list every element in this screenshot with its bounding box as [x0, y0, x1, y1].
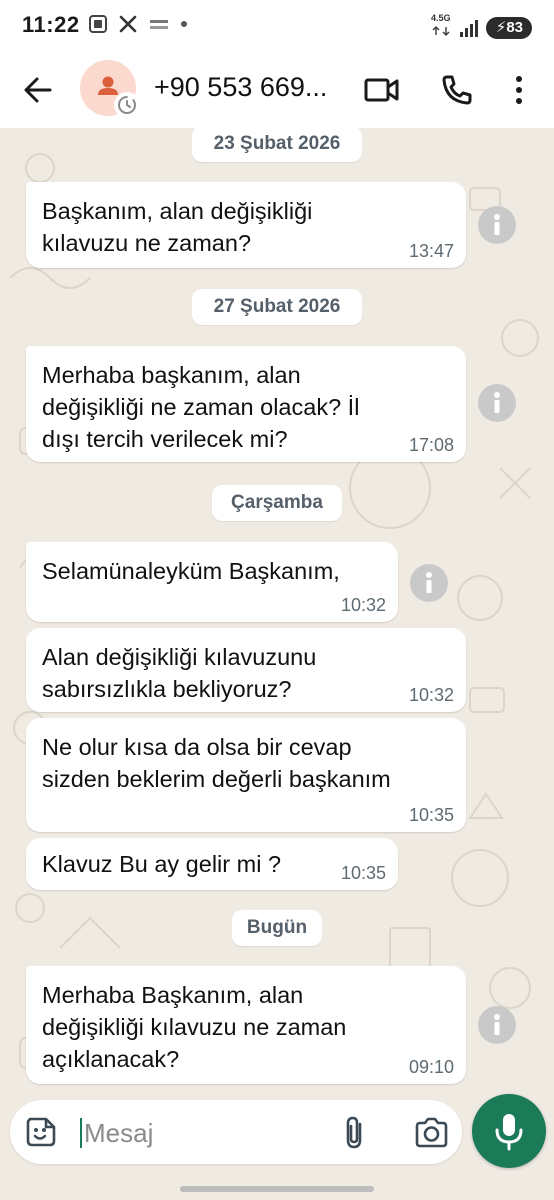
- x-logo-icon: [119, 15, 137, 33]
- date-separator: 23 Şubat 2026: [192, 128, 362, 162]
- date-separator: 27 Şubat 2026: [192, 289, 362, 325]
- attach-button[interactable]: [338, 1114, 372, 1152]
- message-text: Selamünaleyküm Başkanım,: [42, 558, 340, 584]
- message-time: 13:47: [408, 241, 454, 261]
- message-time: 10:32: [408, 685, 454, 705]
- text-cursor: [80, 1118, 82, 1148]
- emoji-button[interactable]: [24, 1115, 58, 1149]
- voice-call-button[interactable]: [436, 70, 476, 110]
- message-bubble[interactable]: Merhaba başkanım, alan değişikliği ne za…: [26, 346, 466, 462]
- chat-area[interactable]: 23 Şubat 2026 Başkanım, alan değişikliği…: [0, 128, 554, 1098]
- network-indicator: 4.5G: [430, 14, 452, 41]
- info-icon[interactable]: [478, 384, 516, 422]
- message-text: Klavuz Bu ay gelir mi ?: [42, 851, 282, 877]
- paperclip-icon: [346, 1116, 362, 1149]
- message-bubble[interactable]: Merhaba Başkanım, alan değişikliği kılav…: [26, 966, 466, 1084]
- arrow-left-icon: [24, 77, 52, 103]
- message-bubble[interactable]: Ne olur kısa da olsa bir cevap sizden be…: [26, 718, 466, 832]
- data-arrows-icon: [432, 25, 450, 37]
- message-bubble[interactable]: Alan değişikliği kılavuzunu sabırsızlıkl…: [26, 628, 466, 712]
- message-input[interactable]: [84, 1116, 314, 1150]
- info-glyph: [426, 572, 432, 593]
- voice-message-button[interactable]: [472, 1094, 546, 1168]
- more-vertical-icon: [516, 76, 522, 104]
- message-time: 10:35: [408, 805, 454, 825]
- info-glyph: [494, 392, 500, 413]
- camera-button[interactable]: [412, 1114, 450, 1152]
- dot-indicator-icon: [181, 21, 187, 27]
- info-glyph: [494, 214, 500, 235]
- message-time: 17:08: [408, 435, 454, 455]
- status-bar: 11:22 4.5G ⚡83: [0, 0, 554, 52]
- battery-level: 83: [506, 18, 523, 36]
- notification-icons: [88, 14, 188, 34]
- app-notification-icon: [150, 20, 168, 29]
- video-call-icon: [364, 78, 399, 102]
- date-separator: Bugün: [232, 910, 322, 946]
- network-label: 4.5G: [431, 13, 451, 23]
- message-time: 10:32: [340, 595, 386, 615]
- screenshot-icon: [89, 15, 107, 33]
- message-bubble[interactable]: Klavuz Bu ay gelir mi ? 10:35: [26, 838, 398, 890]
- emoji-sticker-icon: [26, 1117, 56, 1147]
- chat-header: +90 553 669...: [0, 52, 554, 128]
- message-text: Merhaba başkanım, alan değişikliği ne za…: [42, 362, 360, 452]
- message-text: Alan değişikliği kılavuzunu sabırsızlıkl…: [42, 644, 317, 702]
- message-text: Merhaba Başkanım, alan değişikliği kılav…: [42, 982, 347, 1072]
- status-right: 4.5G ⚡83: [430, 14, 532, 41]
- status-time: 11:22: [22, 12, 80, 37]
- message-composer[interactable]: [10, 1100, 462, 1164]
- message-bubble[interactable]: Başkanım, alan değişikliği kılavuzu ne z…: [26, 182, 466, 268]
- message-time: 10:35: [340, 863, 386, 883]
- info-icon[interactable]: [410, 564, 448, 602]
- timer-icon: [118, 96, 136, 114]
- message-bubble[interactable]: Selamünaleyküm Başkanım, 10:32: [26, 542, 398, 622]
- back-button[interactable]: [18, 70, 58, 110]
- home-indicator[interactable]: [180, 1186, 374, 1192]
- signal-icon: [459, 19, 478, 37]
- disappearing-timer-badge: [114, 92, 140, 118]
- video-call-button[interactable]: [362, 72, 402, 108]
- more-options-button[interactable]: [504, 70, 534, 110]
- message-text: Başkanım, alan değişikliği kılavuzu ne z…: [42, 198, 313, 256]
- battery-charging-icon: ⚡: [495, 18, 507, 36]
- contact-name[interactable]: +90 553 669...: [154, 72, 327, 103]
- microphone-icon: [495, 1114, 523, 1151]
- camera-icon: [415, 1117, 448, 1148]
- battery-indicator: ⚡83: [485, 16, 532, 39]
- info-icon[interactable]: [478, 1006, 516, 1044]
- info-icon[interactable]: [478, 206, 516, 244]
- phone-icon: [442, 75, 472, 105]
- message-text: Ne olur kısa da olsa bir cevap sizden be…: [42, 734, 391, 792]
- info-glyph: [494, 1014, 500, 1035]
- message-time: 09:10: [408, 1057, 454, 1077]
- date-separator: Çarşamba: [212, 485, 342, 521]
- composer-bar: [0, 1094, 554, 1200]
